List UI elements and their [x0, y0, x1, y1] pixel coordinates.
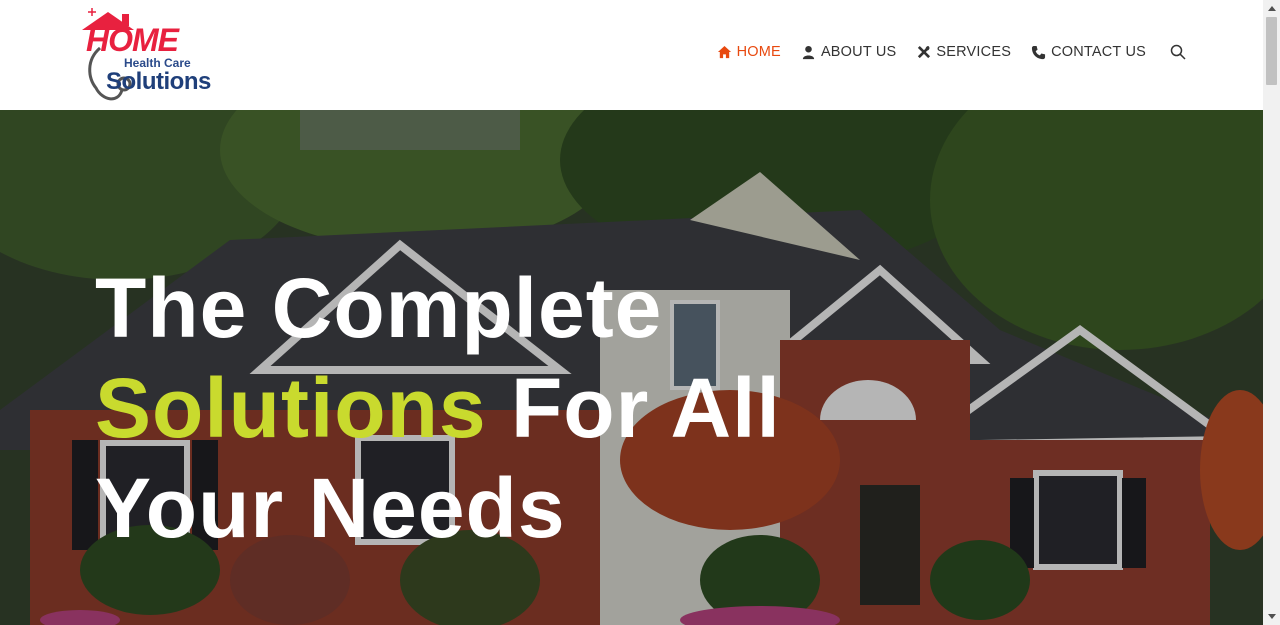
- search-icon[interactable]: [1170, 44, 1186, 60]
- scrollbar-thumb[interactable]: [1266, 17, 1277, 85]
- site-header: HOME Health Care Solutions HOME ABOUT US…: [0, 0, 1263, 110]
- page: HOME Health Care Solutions HOME ABOUT US…: [0, 0, 1263, 625]
- logo-text-home: HOME: [86, 22, 179, 58]
- home-icon: [717, 45, 731, 58]
- site-logo[interactable]: HOME Health Care Solutions: [78, 8, 223, 106]
- nav-item-home[interactable]: HOME: [717, 44, 781, 60]
- phone-icon: [1032, 45, 1046, 59]
- nav-item-label: ABOUT US: [820, 44, 897, 60]
- hero-heading-line2: For All: [486, 361, 781, 455]
- vertical-scrollbar[interactable]: [1263, 0, 1280, 625]
- hero-heading-accent: Solutions: [95, 361, 487, 455]
- hero-heading-line3: Your Needs: [95, 461, 566, 555]
- scroll-up-arrow-icon[interactable]: [1263, 0, 1280, 17]
- hero-heading: The Complete Solutions For All Your Need…: [95, 258, 795, 558]
- tools-icon: [918, 45, 931, 58]
- nav-item-about-us[interactable]: ABOUT US: [801, 44, 896, 60]
- nav-item-label: CONTACT US: [1051, 44, 1146, 60]
- user-icon: [802, 45, 815, 59]
- logo-text-solutions: Solutions: [106, 68, 211, 95]
- hero-banner: The Complete Solutions For All Your Need…: [0, 110, 1263, 625]
- scroll-down-arrow-icon[interactable]: [1263, 608, 1280, 625]
- nav-item-label: SERVICES: [936, 44, 1012, 60]
- hero-heading-line1: The Complete: [95, 261, 663, 355]
- nav-item-label: HOME: [736, 44, 781, 60]
- nav-item-contact-us[interactable]: CONTACT US: [1031, 44, 1146, 60]
- nav-item-services[interactable]: SERVICES: [916, 44, 1011, 60]
- main-nav: HOME ABOUT US SERVICES CONTACT US: [697, 44, 1186, 60]
